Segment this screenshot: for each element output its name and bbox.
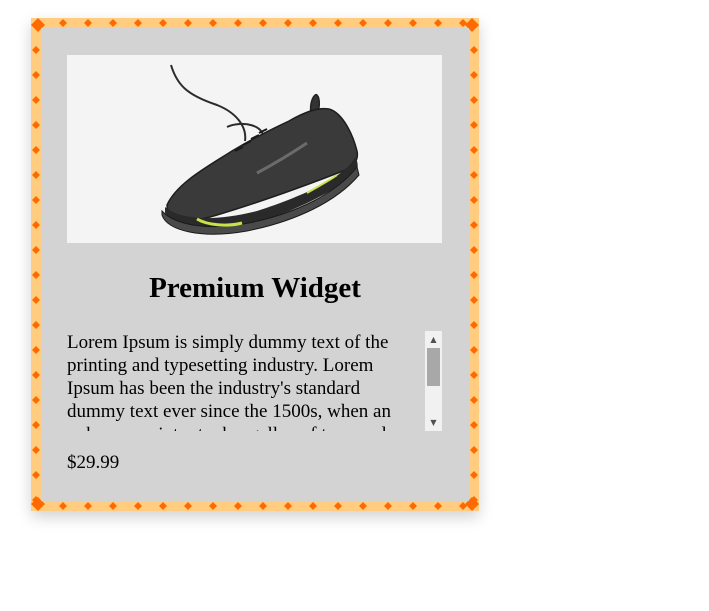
description-scrollbar[interactable]: ▲ ▼ [425,331,442,431]
product-image [67,55,442,243]
triangle-up-icon[interactable]: ▲ [425,331,442,348]
product-description: Lorem Ipsum is simply dummy text of the … [67,332,391,431]
product-card: Premium Widget Lorem Ipsum is simply dum… [31,18,479,511]
scrollbar-thumb[interactable] [427,348,440,386]
product-title: Premium Widget [149,272,361,304]
description-scroll-area[interactable]: Lorem Ipsum is simply dummy text of the … [67,331,442,431]
triangle-down-icon[interactable]: ▼ [425,414,442,431]
product-price: $29.99 [67,452,120,473]
sneaker-image [67,55,442,243]
